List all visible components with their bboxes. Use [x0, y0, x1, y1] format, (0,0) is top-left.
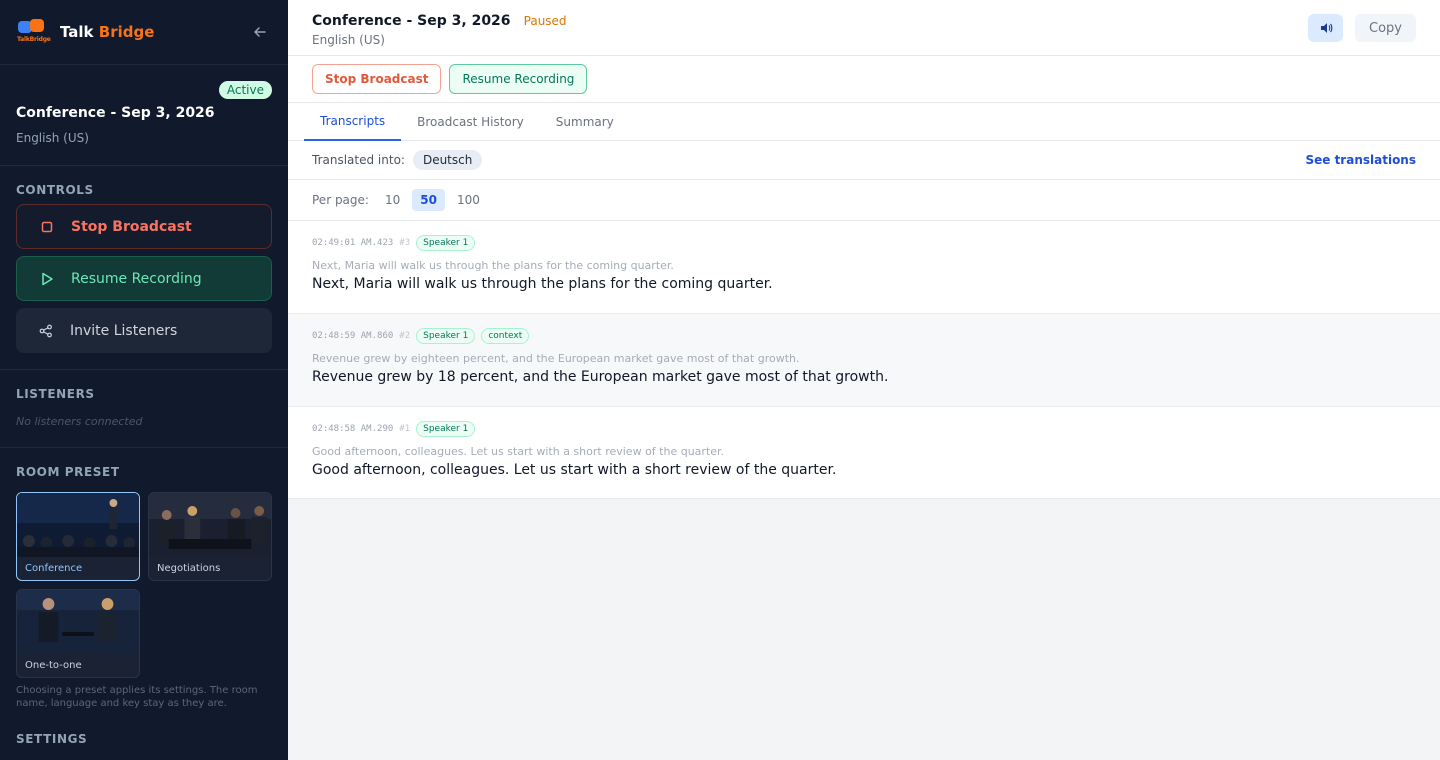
tabs: Transcripts Broadcast History Summary [288, 103, 1440, 141]
transcript-entry: 02:48:58 AM.290 #1 Speaker 1 Good aftern… [288, 407, 1440, 499]
resume-recording-label: Resume Recording [71, 270, 202, 287]
preset-grid: Conference Negotiations One-to-one [16, 492, 272, 678]
brand-header: TalkBridge Talk Bridge [0, 0, 288, 65]
context-tag: context [481, 328, 530, 344]
preset-label-one-to-one: One-to-one [25, 660, 82, 671]
preset-card-negotiations[interactable]: Negotiations [148, 492, 272, 581]
top-actions: Copy [1308, 14, 1416, 42]
stop-broadcast-action-button[interactable]: Stop Broadcast [312, 64, 442, 94]
page-language: English (US) [312, 33, 385, 47]
preset-card-one-to-one[interactable]: One-to-one [16, 589, 140, 678]
entry-translated-text: Revenue grew by 18 percent, and the Euro… [312, 369, 889, 385]
session-language: English (US) [16, 131, 89, 145]
preset-label-negotiations: Negotiations [157, 563, 221, 574]
listeners-section: LISTENERS No listeners connected [0, 370, 288, 448]
share-icon [36, 324, 56, 338]
collapse-sidebar-button[interactable] [248, 20, 272, 44]
transcript-entry: 02:49:01 AM.423 #3 Speaker 1 Next, Maria… [288, 221, 1440, 314]
per-page-option-10[interactable]: 10 [377, 189, 408, 211]
controls-section: CONTROLS Stop Broadcast Resume Recording… [0, 166, 288, 370]
main-panel: Conference - Sep 3, 2026 Paused English … [288, 0, 1440, 760]
tab-broadcast-history[interactable]: Broadcast History [401, 103, 540, 141]
see-translations-link[interactable]: See translations [1305, 153, 1416, 167]
settings-label: SETTINGS [16, 732, 88, 746]
sidebar: TalkBridge Talk Bridge Active Conference… [0, 0, 288, 760]
speaker-button[interactable] [1308, 14, 1344, 42]
preset-label-conference: Conference [25, 563, 83, 574]
preset-note: Choosing a preset applies its settings. … [16, 685, 258, 709]
one-to-one-image [17, 590, 139, 654]
per-page-option-100[interactable]: 100 [449, 189, 488, 211]
brand-name-part2: Bridge [98, 23, 155, 41]
entry-source-text: Good afternoon, colleagues. Let us start… [312, 445, 725, 458]
speaker-tag: Speaker 1 [416, 235, 476, 251]
arrow-left-icon [254, 27, 266, 37]
entry-timestamp: 02:49:01 AM.423 [312, 238, 394, 248]
conference-image [17, 493, 139, 557]
stop-broadcast-button[interactable]: Stop Broadcast [16, 204, 272, 249]
invite-listeners-button[interactable]: Invite Listeners [16, 308, 272, 353]
status-badge: Active [218, 81, 272, 99]
entry-timestamp: 02:48:59 AM.860 [312, 331, 394, 341]
brand-name: Talk Bridge [60, 23, 154, 41]
resume-recording-button[interactable]: Resume Recording [16, 256, 272, 301]
entry-number: #2 [399, 331, 411, 341]
per-page-option-50[interactable]: 50 [412, 189, 445, 211]
per-page-label: Per page: [312, 193, 369, 207]
page-title: Conference - Sep 3, 2026 [312, 13, 511, 29]
stop-icon [37, 221, 57, 233]
stop-broadcast-label: Stop Broadcast [71, 218, 192, 235]
session-info: Active Conference - Sep 3, 2026 English … [0, 65, 288, 166]
translation-bar: Translated into: Deutsch See translation… [288, 141, 1440, 180]
action-bar: Stop Broadcast Resume Recording [288, 56, 1440, 103]
paused-status: Paused [523, 14, 567, 28]
entry-timestamp: 02:48:58 AM.290 [312, 424, 394, 434]
translated-into-label: Translated into: [312, 153, 405, 167]
per-page-bar: Per page: 10 50 100 [288, 180, 1440, 221]
entry-source-text: Next, Maria will walk us through the pla… [312, 259, 674, 272]
speaker-tag: Speaker 1 [416, 328, 476, 344]
resume-recording-action-button[interactable]: Resume Recording [449, 64, 588, 94]
entry-number: #1 [399, 424, 411, 434]
entry-source-text: Revenue grew by eighteen percent, and th… [312, 352, 800, 365]
speaker-tag: Speaker 1 [416, 421, 476, 437]
entry-translated-text: Good afternoon, colleagues. Let us start… [312, 462, 837, 478]
brand-name-part1: Talk [60, 23, 94, 41]
room-preset-label: ROOM PRESET [16, 465, 120, 479]
entry-translated-text: Next, Maria will walk us through the pla… [312, 276, 773, 292]
language-chip[interactable]: Deutsch [412, 150, 483, 170]
entry-number: #3 [399, 238, 411, 248]
play-icon [37, 272, 57, 286]
negotiations-image [149, 493, 271, 557]
session-title: Conference - Sep 3, 2026 [16, 105, 215, 121]
top-bar: Conference - Sep 3, 2026 Paused English … [288, 0, 1440, 56]
tab-summary[interactable]: Summary [540, 103, 630, 141]
tab-transcripts[interactable]: Transcripts [304, 103, 402, 141]
preset-card-conference[interactable]: Conference [16, 492, 140, 581]
transcript-entry: 02:48:59 AM.860 #2 Speaker 1 context Rev… [288, 314, 1440, 407]
empty-area [288, 499, 1440, 760]
controls-label: CONTROLS [16, 183, 94, 197]
invite-listeners-label: Invite Listeners [70, 322, 178, 339]
room-preset-section: ROOM PRESET Conference Negotiations One-… [0, 448, 288, 746]
no-listeners-text: No listeners connected [16, 415, 143, 428]
logo: TalkBridge [16, 16, 51, 48]
speaker-icon [1320, 23, 1332, 33]
copy-button[interactable]: Copy [1355, 14, 1416, 42]
listeners-label: LISTENERS [16, 387, 95, 401]
